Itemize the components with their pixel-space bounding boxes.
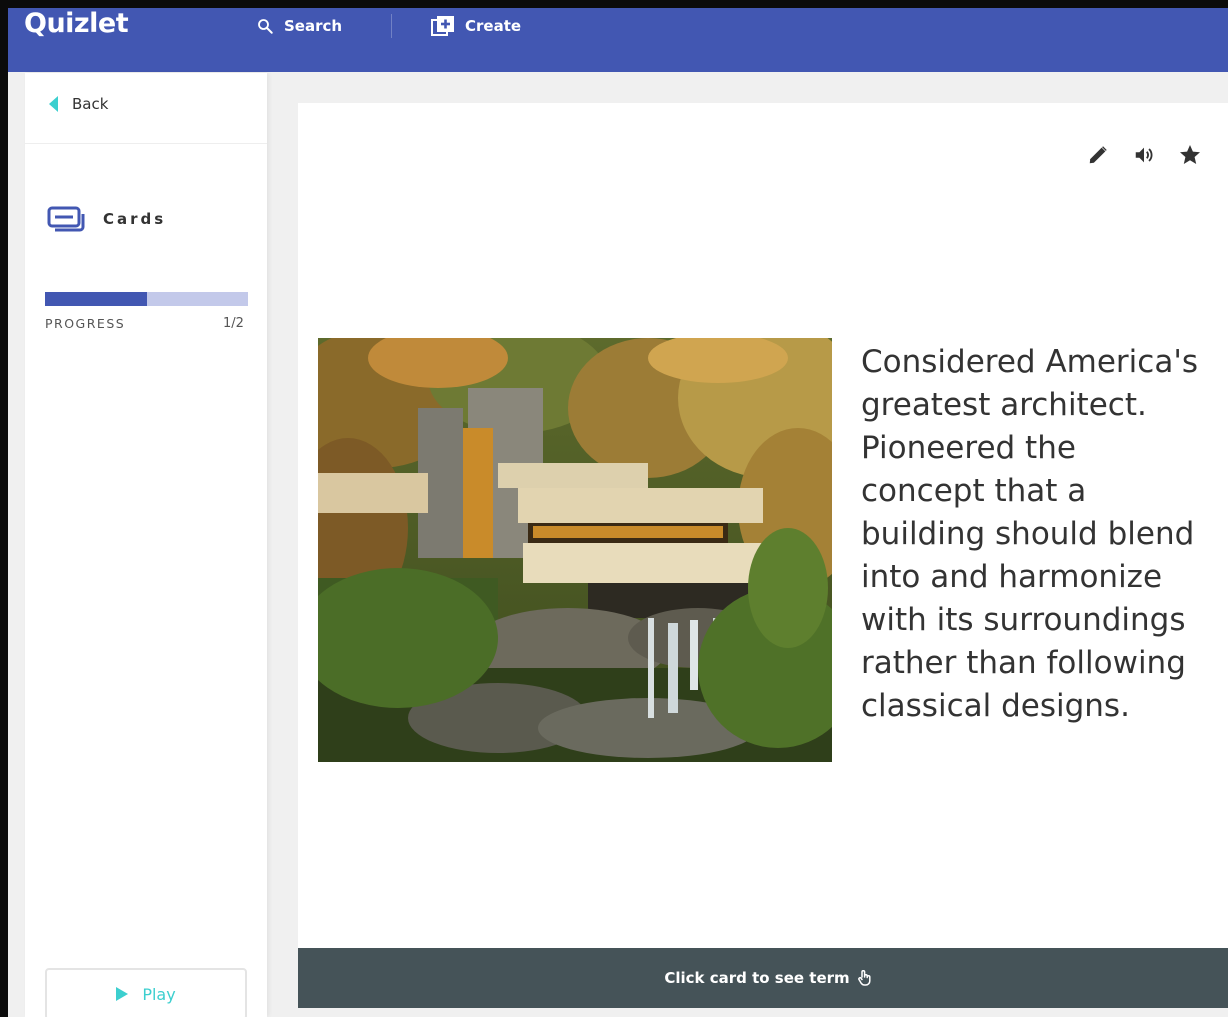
app-window: Quizlet Search Create Back Cards PROGRES… [0, 0, 1228, 1017]
study-sidebar: Back Cards PROGRESS 1/2 Play [25, 73, 267, 1017]
edit-icon [1089, 146, 1107, 164]
mode-cards[interactable]: Cards [47, 206, 166, 232]
quizlet-logo[interactable]: Quizlet [24, 8, 129, 39]
card-toolbar [1086, 143, 1202, 167]
card-definition: Considered America's greatest architect.… [861, 344, 1198, 724]
flip-card-label: Click card to see term [664, 969, 850, 987]
search-button[interactable]: Search [256, 12, 342, 40]
star-icon [1180, 145, 1200, 164]
sidebar-divider [25, 143, 267, 144]
progress-bar-fill [45, 292, 147, 306]
audio-icon [1135, 147, 1153, 163]
audio-button[interactable] [1132, 143, 1156, 167]
progress-count: 1/2 [223, 316, 244, 331]
add-box-icon [431, 16, 454, 36]
back-arrow-icon [49, 96, 58, 112]
nav-divider [391, 14, 392, 38]
cards-icon [47, 206, 85, 232]
card-image-fallingwater [318, 338, 832, 762]
create-label: Create [465, 17, 522, 35]
flip-card-bar[interactable]: Click card to see term [298, 948, 1228, 1008]
progress-bar [45, 292, 248, 306]
mode-label: Cards [103, 210, 167, 228]
create-button[interactable]: Create [431, 12, 521, 40]
flashcard[interactable]: Considered America's greatest architect.… [298, 103, 1228, 948]
back-button[interactable]: Back [49, 95, 108, 113]
play-button[interactable]: Play [45, 968, 247, 1017]
play-label: Play [142, 984, 176, 1004]
play-icon [116, 987, 129, 1001]
back-label: Back [72, 95, 109, 113]
top-navigation-bar: Quizlet Search Create [8, 8, 1228, 72]
search-label: Search [284, 17, 343, 35]
star-button[interactable] [1178, 143, 1202, 167]
edit-button[interactable] [1086, 143, 1110, 167]
search-icon [258, 19, 273, 34]
hand-pointer-icon [857, 970, 871, 986]
progress-label: PROGRESS [45, 316, 126, 331]
